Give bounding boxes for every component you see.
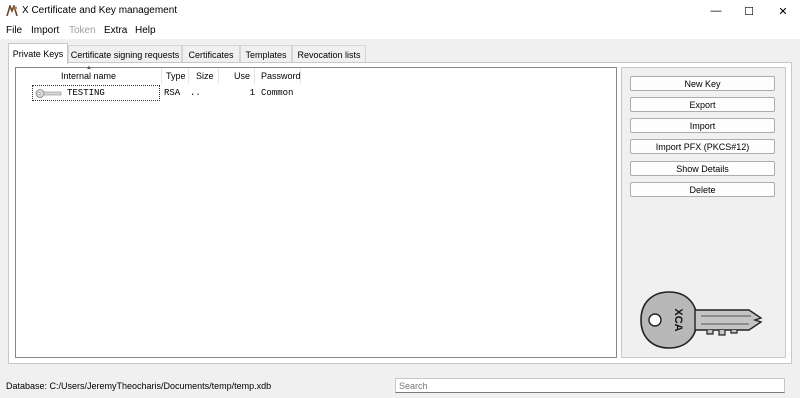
title-bar: X Certificate and Key management — ☐ ✕ [0,0,800,22]
maximize-button[interactable]: ☐ [732,0,766,22]
delete-button[interactable]: Delete [630,182,775,197]
close-button[interactable]: ✕ [766,0,800,22]
cell-type: RSA [164,88,181,98]
private-keys-list[interactable]: ▲ Internal name Type Size Use Password T… [15,65,617,358]
minimize-button[interactable]: — [699,0,733,22]
cell-password: Common [261,88,294,98]
tab-revocation-lists[interactable]: Revocation lists [292,45,366,63]
column-header-password[interactable]: Password [255,68,301,84]
menu-extra[interactable]: Extra [104,25,127,36]
tab-certificate-signing-requests[interactable]: Certificate signing requests [68,45,182,63]
import-button[interactable]: Import [630,118,775,133]
cell-size: .. [190,88,201,98]
menu-token: Token [69,25,96,36]
menu-import[interactable]: Import [31,25,59,36]
column-header-use[interactable]: Use [219,68,255,84]
tab-bar: Private Keys Certificate signing request… [0,43,800,64]
search-input[interactable] [395,378,785,393]
menu-bar: File Import Token Extra Help [0,22,800,39]
key-logo-icon: XCA [640,291,763,349]
tab-private-keys[interactable]: Private Keys [8,43,68,64]
cell-use: 1 [249,88,255,98]
export-button[interactable]: Export [630,97,775,112]
logo-text: XCA [672,308,684,331]
tab-templates[interactable]: Templates [240,45,292,63]
key-icon [35,89,62,98]
column-header-type[interactable]: Type [162,68,189,84]
database-path: Database: C:/Users/JeremyTheocharis/Docu… [6,381,272,391]
menu-file[interactable]: File [6,25,22,36]
key-name: TESTING [67,88,105,98]
menu-help[interactable]: Help [135,25,156,36]
column-header-internal-name[interactable]: ▲ Internal name [16,65,162,84]
cell-internal-name[interactable]: TESTING [32,85,160,101]
list-header: ▲ Internal name Type Size Use Password [16,65,316,84]
tab-certificates[interactable]: Certificates [182,45,240,63]
window-title: X Certificate and Key management [22,5,178,16]
table-row[interactable]: TESTING RSA .. 1 Common [16,85,316,101]
show-details-button[interactable]: Show Details [630,161,775,176]
app-icon [6,5,18,17]
new-key-button[interactable]: New Key [630,76,775,91]
column-header-size[interactable]: Size [189,68,219,84]
sort-up-icon: ▲ [86,65,92,71]
import-pfx-button[interactable]: Import PFX (PKCS#12) [630,139,775,154]
